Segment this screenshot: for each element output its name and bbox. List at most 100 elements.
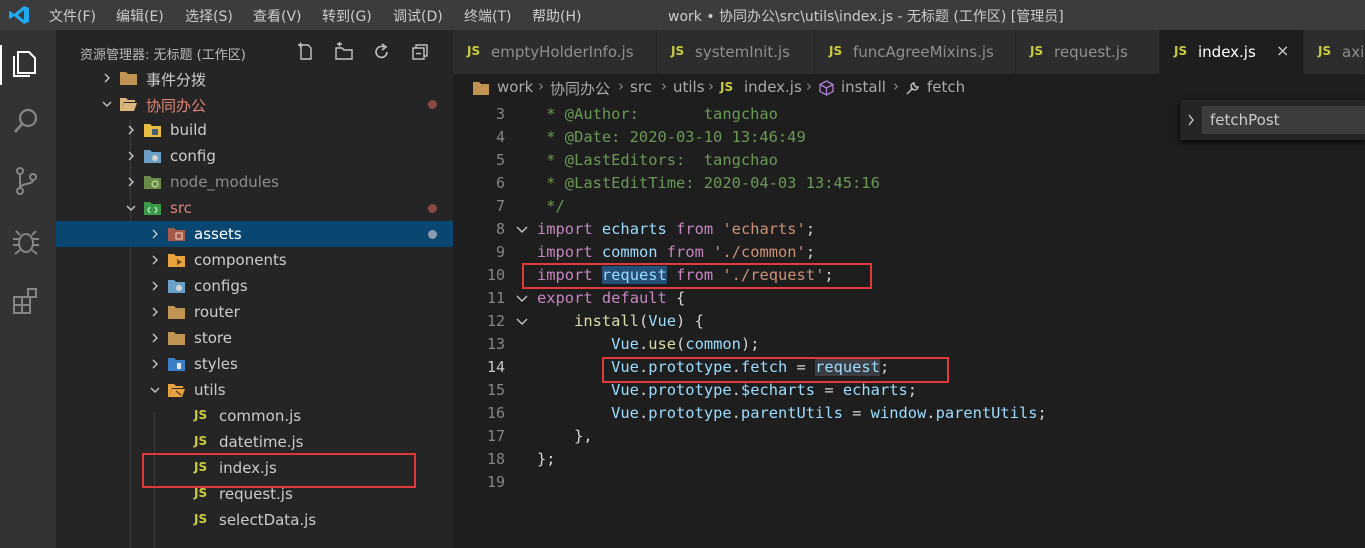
tree-label: 协同办公 [146, 97, 207, 115]
fold-chevron-icon[interactable] [515, 294, 529, 304]
tree-folder-configs[interactable]: configs [56, 273, 453, 299]
chevron-right-icon [128, 177, 134, 187]
tree-label: router [194, 303, 240, 321]
chevron-down-icon [102, 101, 112, 107]
refresh-icon[interactable] [372, 42, 392, 62]
js-file-icon: JS [829, 44, 843, 58]
chevron-right-icon [152, 255, 158, 265]
node-folder-icon [144, 176, 161, 189]
code-editor[interactable]: 3 * @Author: tangchao 4 * @Date: 2020-03… [453, 102, 1365, 548]
fold-chevron-icon[interactable] [515, 225, 529, 235]
styles-folder-icon [168, 358, 185, 371]
tree-label: components [194, 251, 287, 269]
tab-label: systemInit.js [695, 43, 790, 61]
tree-file-common-js[interactable]: JS common.js [56, 403, 453, 429]
tree-folder-router[interactable]: router [56, 299, 453, 325]
tab-label: axio [1342, 43, 1365, 61]
js-file-icon: JS [194, 512, 208, 526]
code-line: Vue.use(common); [611, 335, 760, 353]
search-icon[interactable] [8, 103, 44, 139]
tab-systeminit[interactable]: JS systemInit.js [657, 30, 815, 74]
line-number: 7 [495, 197, 505, 215]
breadcrumb-item[interactable]: work [497, 78, 533, 96]
menu-go[interactable]: 转到(G) [322, 6, 372, 26]
line-number: 12 [486, 312, 505, 330]
menu-file[interactable]: 文件(F) [49, 6, 96, 26]
window-title: work • 协同办公\src\utils\index.js - 无标题 (工作… [668, 9, 1064, 25]
code-line: install(Vue) { [574, 312, 704, 330]
tree-file-selectdata-js[interactable]: JS selectData.js [56, 507, 453, 533]
tab-emptyholderinfo[interactable]: JS emptyHolderInfo.js [453, 30, 657, 74]
menu-view[interactable]: 查看(V) [253, 6, 302, 26]
tree-label: config [170, 147, 216, 165]
tree-folder-components[interactable]: components [56, 247, 453, 273]
code-line: * @LastEditTime: 2020-04-03 13:45:16 [537, 174, 880, 192]
tab-label: request.js [1054, 43, 1128, 61]
tree-folder-xietong[interactable]: 协同办公 [56, 91, 453, 117]
code-line: */ [537, 197, 565, 215]
menu-selection[interactable]: 选择(S) [185, 6, 233, 26]
chevron-right-icon [152, 333, 158, 343]
chevron-right-icon: › [618, 77, 624, 95]
collapse-all-icon[interactable] [410, 42, 430, 62]
menu-edit[interactable]: 编辑(E) [116, 6, 164, 26]
line-number: 9 [495, 243, 505, 261]
extensions-icon[interactable] [8, 283, 44, 319]
breadcrumb-item[interactable]: utils [673, 78, 705, 96]
tree-folder-node-modules[interactable]: node_modules [56, 169, 453, 195]
tree-label: src [170, 199, 192, 217]
tree-folder-store[interactable]: store [56, 325, 453, 351]
fold-chevron-icon[interactable] [515, 317, 529, 327]
breadcrumb: work › 协同办公 › src › utils › JS index.js … [453, 74, 1365, 102]
menu-help[interactable]: 帮助(H) [532, 6, 581, 26]
new-file-icon[interactable] [296, 42, 316, 62]
source-control-icon[interactable] [8, 163, 44, 199]
tree-file-datetime-js[interactable]: JS datetime.js [56, 429, 453, 455]
vscode-logo-icon [9, 6, 29, 24]
explorer-icon[interactable] [8, 45, 44, 81]
folder-icon [120, 72, 137, 85]
breadcrumb-item[interactable]: install [841, 78, 886, 96]
status-dot [428, 230, 437, 239]
tree-folder-events[interactable]: 事件分拨 [56, 65, 453, 91]
tree-folder-src[interactable]: src [56, 195, 453, 221]
tab-index[interactable]: JS index.js × [1160, 30, 1304, 74]
debug-icon[interactable] [8, 223, 44, 259]
js-file-icon: JS [194, 486, 208, 500]
activity-bar [0, 30, 56, 548]
code-line: export default { [537, 289, 686, 307]
tree-folder-config[interactable]: config [56, 143, 453, 169]
tree-folder-build[interactable]: build [56, 117, 453, 143]
method-icon [819, 80, 834, 96]
tree-folder-utils[interactable]: utils [56, 377, 453, 403]
breadcrumb-item[interactable]: 协同办公 [550, 78, 610, 99]
breadcrumb-item[interactable]: index.js [744, 78, 802, 96]
find-input[interactable] [1202, 106, 1365, 134]
tab-funcagreemixins[interactable]: JS funcAgreeMixins.js [815, 30, 1016, 74]
tree-folder-styles[interactable]: styles [56, 351, 453, 377]
tree-label: configs [194, 277, 248, 295]
explorer-sidebar: 资源管理器: 无标题 (工作区) 事件分拨 协同办公 build config [56, 30, 453, 548]
tab-label: emptyHolderInfo.js [491, 43, 634, 61]
tree-folder-assets[interactable]: assets [56, 221, 453, 247]
chevron-right-icon[interactable] [1186, 113, 1196, 127]
chevron-right-icon [128, 125, 134, 135]
line-number: 8 [495, 220, 505, 238]
chevron-right-icon [152, 359, 158, 369]
line-number: 16 [486, 404, 505, 422]
line-number: 13 [486, 335, 505, 353]
new-folder-icon[interactable] [334, 42, 354, 62]
menu-terminal[interactable]: 终端(T) [464, 6, 511, 26]
breadcrumb-item[interactable]: src [630, 78, 652, 96]
annotation-box-sidebar [142, 453, 416, 488]
tree-label: node_modules [170, 173, 279, 191]
tab-request[interactable]: JS request.js [1016, 30, 1160, 74]
code-line: * @Author: tangchao [537, 105, 778, 123]
close-icon[interactable]: × [1276, 41, 1289, 60]
code-line: Vue.prototype.parentUtils = window.paren… [611, 404, 1047, 422]
menu-debug[interactable]: 调试(D) [393, 6, 443, 26]
line-number: 19 [486, 473, 505, 491]
tab-axios[interactable]: JS axio [1304, 30, 1365, 74]
wrench-icon [906, 82, 919, 95]
breadcrumb-item[interactable]: fetch [927, 78, 965, 96]
